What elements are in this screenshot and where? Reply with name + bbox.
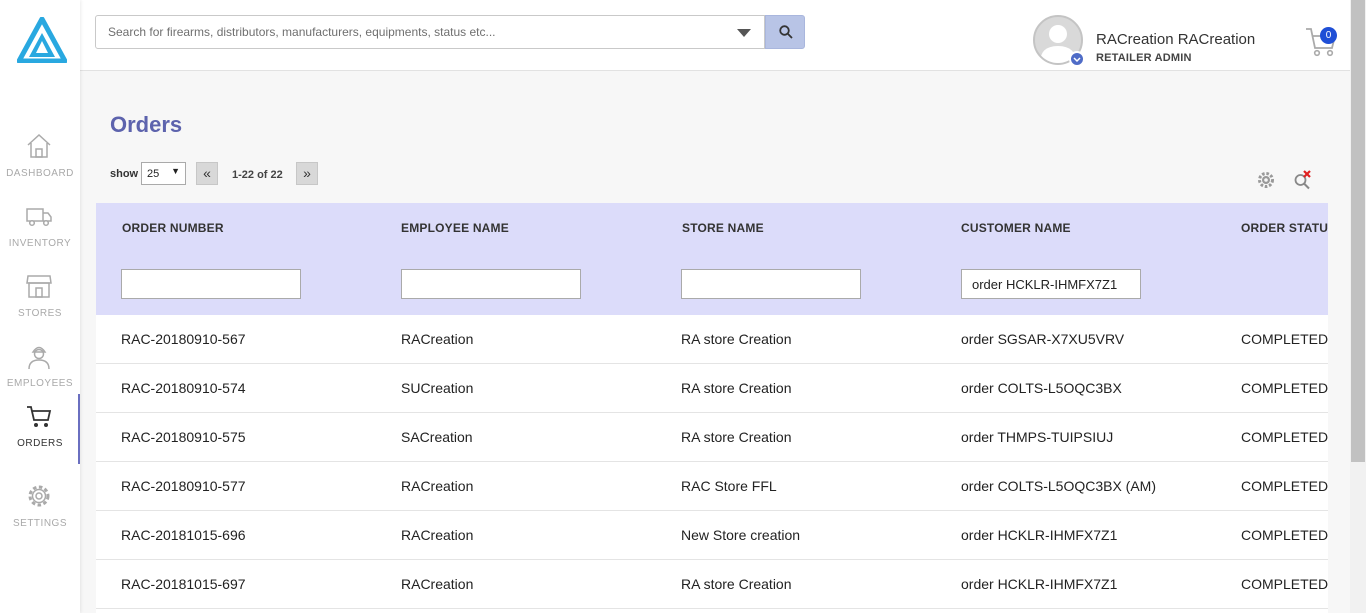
order-status-cell: COMPLETED bbox=[1241, 527, 1328, 543]
store-name-cell: RA store Creation bbox=[681, 331, 792, 347]
cart-count-badge: 0 bbox=[1320, 27, 1337, 44]
customer-name-filter[interactable] bbox=[961, 269, 1141, 299]
next-page-button[interactable]: » bbox=[296, 162, 318, 185]
search-box bbox=[95, 15, 765, 49]
employee-name-cell: RACreation bbox=[401, 576, 474, 592]
customer-name-cell: order SGSAR-X7XU5VRV bbox=[961, 331, 1125, 347]
sidebar-item-label: INVENTORY bbox=[8, 238, 72, 249]
column-header[interactable]: ORDER NUMBER bbox=[122, 221, 224, 235]
sidebar-item-label: STORES bbox=[18, 308, 62, 319]
order-number-cell[interactable]: RAC-20181015-697 bbox=[121, 576, 246, 592]
order-status-cell: COMPLETED bbox=[1241, 478, 1328, 494]
table-row[interactable]: RAC-20181015-697 RACreation RA store Cre… bbox=[96, 560, 1328, 609]
user-role: RETAILER ADMIN bbox=[1096, 52, 1192, 64]
customer-name-cell: order COLTS-L5OQC3BX bbox=[961, 380, 1122, 396]
scrollbar-thumb[interactable] bbox=[1351, 0, 1365, 462]
customer-name-cell: order HCKLR-IHMFX7Z1 bbox=[961, 576, 1118, 592]
search-input[interactable] bbox=[96, 16, 726, 48]
table-row[interactable]: RAC-20180910-575 SACreation RA store Cre… bbox=[96, 413, 1328, 462]
table-row[interactable]: RAC-20180910-577 RACreation RAC Store FF… bbox=[96, 462, 1328, 511]
order-number-cell[interactable]: RAC-20180910-574 bbox=[121, 380, 246, 396]
search-button[interactable] bbox=[765, 15, 805, 49]
employee-name-cell: SACreation bbox=[401, 429, 473, 445]
sidebar-item-label: EMPLOYEES bbox=[6, 378, 74, 389]
sidebar-item-label: SETTINGS bbox=[12, 518, 67, 529]
top-header: RACreation RACreation RETAILER ADMIN 0 bbox=[80, 0, 1350, 71]
store-name-cell: RA store Creation bbox=[681, 380, 792, 396]
column-header[interactable]: STORE NAME bbox=[682, 221, 764, 235]
store-name-cell: RA store Creation bbox=[681, 576, 792, 592]
column-header[interactable]: CUSTOMER NAME bbox=[961, 221, 1071, 235]
column-header[interactable]: EMPLOYEE NAME bbox=[401, 221, 509, 235]
employee-name-filter[interactable] bbox=[401, 269, 581, 299]
customer-name-cell: order COLTS-L5OQC3BX (AM) bbox=[961, 478, 1157, 494]
store-icon bbox=[26, 275, 52, 298]
customer-name-cell: order HCKLR-IHMFX7Z1 bbox=[961, 527, 1118, 543]
sidebar-item-dashboard[interactable]: DASHBOARD bbox=[0, 124, 80, 194]
table-row[interactable]: RAC-20180910-567 RACreation RA store Cre… bbox=[96, 315, 1328, 364]
cart-icon bbox=[27, 406, 52, 427]
order-status-cell: COMPLETED bbox=[1241, 429, 1328, 445]
sidebar-item-label: DASHBOARD bbox=[6, 168, 74, 179]
truck-icon bbox=[26, 208, 52, 227]
store-name-cell: RAC Store FFL bbox=[681, 478, 777, 494]
employee-name-cell: SUCreation bbox=[401, 380, 474, 396]
employee-icon bbox=[28, 346, 50, 370]
table-header: ORDER NUMBER EMPLOYEE NAME STORE NAME CU… bbox=[96, 203, 1328, 315]
sidebar-item-settings[interactable]: SETTINGS bbox=[0, 474, 80, 544]
employee-name-cell: RACreation bbox=[401, 331, 474, 347]
table-row[interactable]: RAC-20181015-696 RACreation New Store cr… bbox=[96, 511, 1328, 560]
store-name-filter[interactable] bbox=[681, 269, 861, 299]
user-name: RACreation RACreation bbox=[1096, 31, 1256, 48]
page-size-select[interactable]: 25 ▼ bbox=[141, 162, 186, 185]
table-row[interactable]: RAC-20180910-574 SUCreation RA store Cre… bbox=[96, 364, 1328, 413]
order-status-cell: COMPLETED bbox=[1241, 380, 1328, 396]
pager-range: 1-22 of 22 bbox=[232, 169, 283, 181]
page-title: Orders bbox=[110, 112, 183, 137]
employee-name-cell: RACreation bbox=[401, 527, 474, 543]
sidebar-item-inventory[interactable]: INVENTORY bbox=[0, 194, 80, 264]
page-size-value: 25 bbox=[147, 168, 160, 180]
chevron-down-icon[interactable] bbox=[737, 29, 751, 37]
show-label: show bbox=[110, 168, 139, 180]
chevron-down-icon bbox=[1073, 57, 1081, 63]
prev-page-button[interactable]: « bbox=[196, 162, 218, 185]
employee-name-cell: RACreation bbox=[401, 478, 474, 494]
search-icon bbox=[779, 25, 793, 39]
user-menu-toggle[interactable] bbox=[1069, 51, 1085, 67]
order-number-cell[interactable]: RAC-20181015-696 bbox=[121, 527, 246, 543]
order-number-cell[interactable]: RAC-20180910-575 bbox=[121, 429, 246, 445]
order-number-cell[interactable]: RAC-20180910-567 bbox=[121, 331, 246, 347]
sidebar: DASHBOARD INVENTORY STORES EMPLOYEES ORD… bbox=[0, 0, 80, 613]
order-number-cell[interactable]: RAC-20180910-577 bbox=[121, 478, 246, 494]
orders-table: ORDER NUMBER EMPLOYEE NAME STORE NAME CU… bbox=[96, 203, 1328, 613]
store-name-cell: New Store creation bbox=[681, 527, 801, 543]
clear-filter-icon[interactable] bbox=[1293, 170, 1313, 190]
customer-name-cell: order THMPS-TUIPSIUJ bbox=[961, 429, 1114, 445]
app-logo[interactable] bbox=[17, 17, 67, 63]
dropdown-arrow-icon: ▼ bbox=[171, 166, 180, 176]
sidebar-item-label: ORDERS bbox=[17, 438, 63, 449]
order-number-filter[interactable] bbox=[121, 269, 301, 299]
order-status-cell: COMPLETED bbox=[1241, 331, 1328, 347]
sidebar-item-stores[interactable]: STORES bbox=[0, 264, 80, 334]
order-status-cell: COMPLETED bbox=[1241, 576, 1328, 592]
store-name-cell: RA store Creation bbox=[681, 429, 792, 445]
gear-icon bbox=[28, 485, 50, 507]
home-icon bbox=[27, 133, 51, 158]
column-header[interactable]: ORDER STATUS bbox=[1241, 221, 1328, 235]
gear-icon[interactable] bbox=[1257, 171, 1275, 189]
sidebar-item-orders[interactable]: ORDERS bbox=[0, 394, 80, 464]
